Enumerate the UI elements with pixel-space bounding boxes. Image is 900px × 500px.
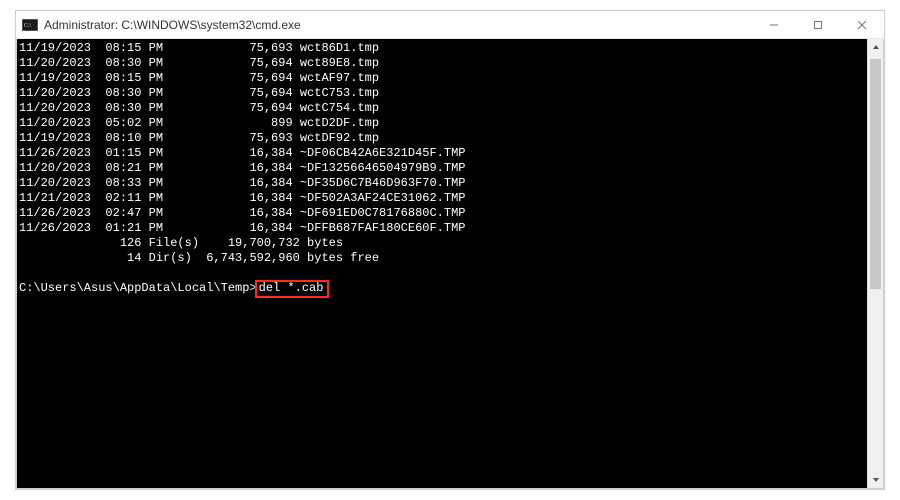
dir-entry: 11/21/2023 02:11 PM 16,384 ~DF502A3AF24C… xyxy=(19,191,879,206)
dir-entry: 11/20/2023 08:30 PM 75,694 wctC754.tmp xyxy=(19,101,879,116)
vertical-scrollbar[interactable] xyxy=(867,39,883,488)
dir-entry: 11/26/2023 01:21 PM 16,384 ~DFFB687FAF18… xyxy=(19,221,879,236)
scroll-track[interactable] xyxy=(868,55,883,472)
dir-entry: 11/20/2023 05:02 PM 899 wctD2DF.tmp xyxy=(19,116,879,131)
window-title: Administrator: C:\WINDOWS\system32\cmd.e… xyxy=(44,18,752,32)
maximize-button[interactable] xyxy=(796,11,840,38)
dir-entry: 11/19/2023 08:15 PM 75,693 wct86D1.tmp xyxy=(19,41,879,56)
close-button[interactable] xyxy=(840,11,884,38)
terminal-area[interactable]: 11/19/2023 08:15 PM 75,693 wct86D1.tmp11… xyxy=(16,39,884,489)
cmd-window: C:\ Administrator: C:\WINDOWS\system32\c… xyxy=(15,10,885,490)
svg-text:C:\: C:\ xyxy=(24,23,32,29)
typed-command: del *.cab xyxy=(259,281,324,296)
titlebar[interactable]: C:\ Administrator: C:\WINDOWS\system32\c… xyxy=(16,11,884,39)
dir-entry: 11/20/2023 08:21 PM 16,384 ~DF1325664650… xyxy=(19,161,879,176)
dir-entry: 11/20/2023 08:33 PM 16,384 ~DF35D6C7B46D… xyxy=(19,176,879,191)
scroll-down-button[interactable] xyxy=(868,472,883,488)
dir-entry: 11/26/2023 02:47 PM 16,384 ~DF691ED0C781… xyxy=(19,206,879,221)
dir-summary: 14 Dir(s) 6,743,592,960 bytes free xyxy=(19,251,879,266)
cmd-icon: C:\ xyxy=(22,18,38,32)
command-highlight: del *.cab xyxy=(255,280,330,298)
dir-entry: 11/20/2023 08:30 PM 75,694 wctC753.tmp xyxy=(19,86,879,101)
blank-line xyxy=(19,266,879,281)
dir-entry: 11/19/2023 08:15 PM 75,694 wctAF97.tmp xyxy=(19,71,879,86)
scroll-thumb[interactable] xyxy=(870,59,881,288)
terminal-output: 11/19/2023 08:15 PM 75,693 wct86D1.tmp11… xyxy=(17,39,883,300)
window-controls xyxy=(752,11,884,38)
dir-entry: 11/20/2023 08:30 PM 75,694 wct89E8.tmp xyxy=(19,56,879,71)
dir-entry: 11/19/2023 08:10 PM 75,693 wctDF92.tmp xyxy=(19,131,879,146)
prompt-path: C:\Users\Asus\AppData\Local\Temp> xyxy=(19,281,257,296)
prompt-line[interactable]: C:\Users\Asus\AppData\Local\Temp>del *.c… xyxy=(19,281,879,296)
minimize-button[interactable] xyxy=(752,11,796,38)
scroll-up-button[interactable] xyxy=(868,39,883,55)
dir-entry: 11/26/2023 01:15 PM 16,384 ~DF06CB42A6E3… xyxy=(19,146,879,161)
dir-summary: 126 File(s) 19,700,732 bytes xyxy=(19,236,879,251)
